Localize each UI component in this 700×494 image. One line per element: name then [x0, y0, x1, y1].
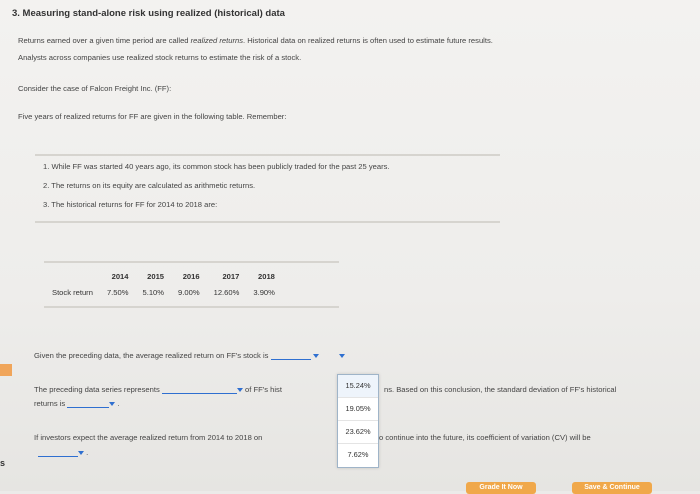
list-item: 3. The historical returns for FF for 201…	[43, 200, 218, 209]
period-text: .	[117, 399, 120, 408]
case-line: Consider the case of Falcon Freight Inc.…	[18, 84, 172, 93]
save-continue-button[interactable]: Save & Continue	[572, 482, 652, 494]
question-1-text: Given the preceding data, the average re…	[34, 351, 269, 360]
table-header: 2018	[258, 272, 275, 281]
question-3-answer: .	[38, 448, 88, 457]
divider	[35, 221, 500, 223]
dropdown-option[interactable]: 19.05%	[338, 398, 378, 421]
table-row: Stock return 7.50% 5.10% 9.00% 12.60% 3.…	[48, 283, 282, 302]
table-header: 2017	[222, 272, 240, 281]
chevron-down-icon[interactable]	[109, 402, 116, 406]
realized-returns-term: realized returns	[190, 36, 243, 45]
row-label: Stock return	[52, 288, 93, 297]
table-header-row: 2014 2015 2016 2017 2018	[48, 270, 282, 283]
question-3-cont: o continue into the future, its coeffici…	[379, 433, 591, 442]
assignment-page: 3. Measuring stand-alone risk using real…	[0, 0, 700, 494]
list-item: 1. While FF was started 40 years ago, it…	[43, 162, 390, 171]
intro-text: Returns earned over a given time period …	[18, 36, 191, 45]
five-years-line: Five years of realized returns for FF ar…	[18, 112, 287, 121]
table-cell: 5.10%	[142, 288, 165, 297]
table-cell: 9.00%	[178, 288, 200, 297]
grade-it-now-button[interactable]: Grade It Now	[466, 482, 536, 494]
intro-line-2: Analysts across companies use realized s…	[18, 53, 302, 62]
dropdown-option[interactable]: 7.62%	[338, 444, 378, 466]
dropdown-menu[interactable]: 15.24% 19.05% 23.62% 7.62%	[337, 374, 379, 468]
returns-table: 2014 2015 2016 2017 2018 Stock return 7.…	[48, 270, 282, 302]
divider	[44, 306, 339, 308]
table-header-blank	[48, 270, 100, 283]
chevron-down-icon[interactable]	[312, 354, 319, 358]
question-2-text-2: returns is	[34, 399, 66, 408]
question-1: Given the preceding data, the average re…	[34, 351, 345, 360]
cv-select[interactable]	[38, 448, 78, 457]
remember-list: 1. While FF was started 40 years ago, it…	[43, 162, 390, 219]
chevron-down-icon[interactable]	[78, 451, 84, 455]
question-2-text-mid: of FF's hist	[245, 385, 282, 394]
question-2-cont: ns. Based on this conclusion, the standa…	[384, 385, 617, 394]
divider	[35, 154, 500, 156]
divider	[44, 261, 339, 263]
table-cell: 7.50%	[106, 288, 129, 297]
avg-return-select[interactable]	[270, 351, 311, 360]
table-header: 2014	[111, 272, 129, 281]
chevron-down-icon[interactable]	[338, 354, 345, 358]
question-3: If investors expect the average realized…	[34, 433, 263, 442]
table-header: 2015	[147, 272, 165, 281]
intro-line-1: Returns earned over a given time period …	[18, 36, 493, 45]
table-cell: 3.90%	[253, 288, 275, 297]
period-text: .	[86, 448, 89, 457]
chevron-down-icon[interactable]	[236, 388, 243, 392]
intro-text-cont: . Historical data on realized returns is…	[243, 36, 493, 45]
question-2-line-2: returns is .	[34, 399, 120, 408]
table-cell: 12.60%	[213, 288, 240, 297]
question-2: The preceding data series represents of …	[34, 385, 282, 394]
side-marker: s	[0, 458, 6, 468]
std-dev-select[interactable]	[67, 399, 110, 408]
list-item: 2. The returns on its equity are calcula…	[43, 181, 256, 190]
dropdown-option[interactable]: 15.24%	[338, 375, 378, 398]
series-type-select[interactable]	[161, 385, 237, 394]
question-2-text: The preceding data series represents	[34, 385, 160, 394]
table-header: 2016	[182, 272, 200, 281]
section-title: 3. Measuring stand-alone risk using real…	[12, 8, 285, 19]
side-tab	[0, 364, 12, 376]
dropdown-option[interactable]: 23.62%	[338, 421, 378, 444]
